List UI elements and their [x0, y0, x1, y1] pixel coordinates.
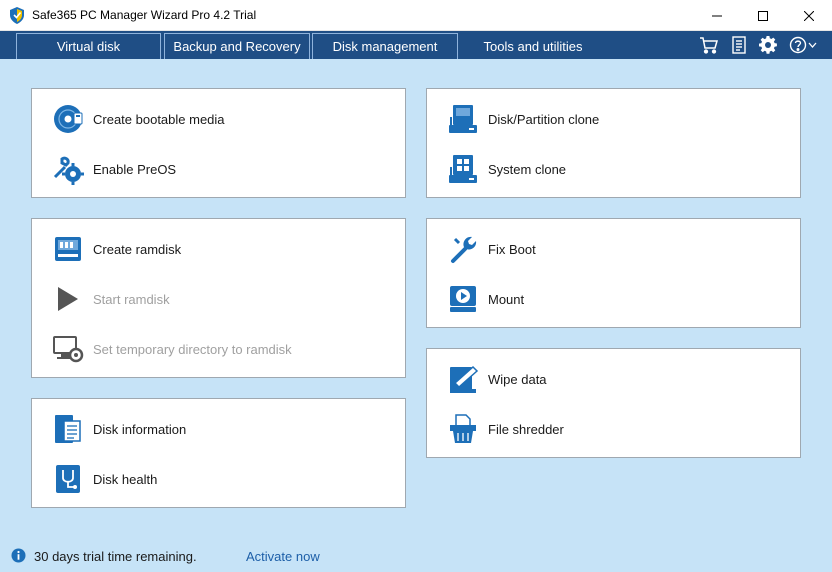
panel-bootable: Create bootable media Enable PreOS [31, 88, 406, 198]
disk-info-icon [55, 415, 81, 443]
tab-tools-utilities[interactable]: Tools and utilities [460, 33, 606, 59]
main-tab-strip: Virtual disk Backup and Recovery Disk ma… [0, 31, 832, 59]
disk-clone-icon [449, 105, 477, 133]
activate-now-link[interactable]: Activate now [246, 549, 320, 564]
item-label: Wipe data [488, 371, 547, 387]
item-fix-boot[interactable]: Fix Boot [427, 226, 800, 272]
item-label: Enable PreOS [93, 161, 177, 177]
item-label: Disk health [93, 471, 158, 487]
system-clone-icon [449, 155, 477, 183]
help-icon [789, 36, 817, 54]
maximize-icon [758, 10, 768, 21]
info-icon [11, 548, 26, 563]
panel-erase: Wipe data File shredder [426, 348, 801, 458]
help-button[interactable] [788, 35, 820, 55]
document-list-icon [732, 36, 746, 54]
monitor-gear-icon [53, 336, 84, 363]
disk-health-icon [56, 465, 80, 493]
item-file-shredder[interactable]: File shredder [427, 406, 800, 452]
tab-virtual-disk[interactable]: Virtual disk [16, 33, 161, 59]
close-button[interactable] [786, 0, 832, 31]
title-bar: Safe365 PC Manager Wizard Pro 4.2 Trial [0, 0, 832, 31]
panel-ramdisk: Create ramdisk Start ramdisk Set tempora… [31, 218, 406, 378]
tab-backup-recovery[interactable]: Backup and Recovery [164, 33, 310, 59]
maximize-button[interactable] [740, 0, 786, 31]
item-disk-information[interactable]: Disk information [32, 406, 405, 452]
item-label: Set temporary directory to ramdisk [93, 341, 292, 357]
shredder-icon [450, 414, 476, 443]
wipe-data-icon [450, 365, 479, 393]
close-icon [804, 10, 814, 21]
ramdisk-icon [55, 237, 81, 261]
play-icon [58, 287, 78, 311]
item-disk-partition-clone[interactable]: Disk/Partition clone [427, 96, 800, 142]
item-wipe-data[interactable]: Wipe data [427, 356, 800, 402]
item-label: Disk information [93, 421, 187, 437]
item-start-ramdisk[interactable]: Start ramdisk [32, 276, 405, 322]
boot-disc-icon [54, 105, 83, 133]
mount-icon [450, 286, 476, 312]
item-mount[interactable]: Mount [427, 276, 800, 322]
item-label: System clone [488, 161, 567, 177]
settings-button[interactable] [757, 35, 779, 55]
item-label: Start ramdisk [93, 291, 170, 307]
item-create-bootable-media[interactable]: Create bootable media [32, 96, 405, 142]
gear-icon [759, 36, 777, 54]
trial-status-text: 30 days trial time remaining. [34, 549, 197, 564]
cart-icon [700, 37, 718, 54]
panel-repair: Fix Boot Mount [426, 218, 801, 328]
item-disk-health[interactable]: Disk health [32, 456, 405, 502]
item-set-temp-directory[interactable]: Set temporary directory to ramdisk [32, 326, 405, 372]
item-create-ramdisk[interactable]: Create ramdisk [32, 226, 405, 272]
window-title: Safe365 PC Manager Wizard Pro 4.2 Trial [32, 8, 257, 22]
minimize-icon [712, 15, 722, 16]
panel-clone: Disk/Partition clone System clone [426, 88, 801, 198]
item-label: Create bootable media [93, 111, 225, 127]
app-shield-icon [10, 7, 24, 24]
cart-button[interactable] [698, 35, 720, 55]
content-area: Create bootable media Enable PreOS Creat… [0, 59, 832, 572]
item-label: File shredder [488, 421, 564, 437]
item-label: Fix Boot [488, 241, 536, 257]
panel-disk-info: Disk information Disk health [31, 398, 406, 508]
item-label: Mount [488, 291, 525, 307]
wrench-icon [451, 236, 477, 263]
tab-disk-management[interactable]: Disk management [312, 33, 458, 59]
preos-gear-icon [53, 156, 84, 185]
item-system-clone[interactable]: System clone [427, 146, 800, 192]
item-label: Create ramdisk [93, 241, 182, 257]
item-enable-preos[interactable]: Enable PreOS [32, 146, 405, 192]
item-label: Disk/Partition clone [488, 111, 600, 127]
minimize-button[interactable] [694, 0, 740, 31]
log-button[interactable] [728, 35, 750, 55]
